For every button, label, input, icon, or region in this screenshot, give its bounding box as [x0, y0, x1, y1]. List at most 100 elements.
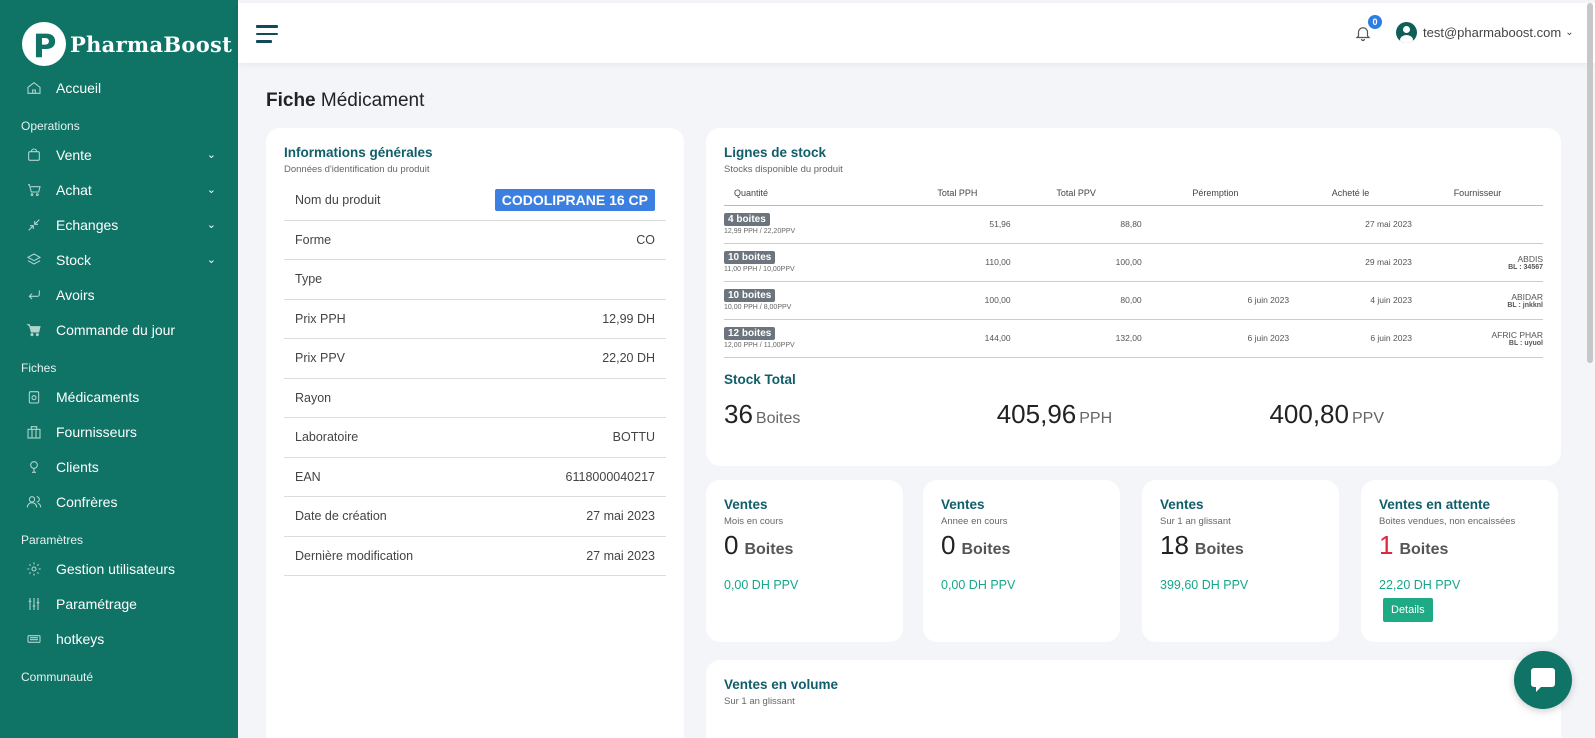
sidebar-item-accueil[interactable]: Accueil [0, 70, 238, 105]
exchange-icon [25, 216, 43, 234]
unit-label: PPV [1351, 409, 1384, 427]
notification-count-badge: 0 [1368, 15, 1382, 29]
nav-section-title: Paramètres [21, 533, 84, 547]
nav-section-title: Fiches [21, 361, 57, 375]
info-value: 12,99 DH [602, 311, 655, 326]
card-subtitle: Données d'identification du produit [284, 164, 430, 175]
sales-ppv: 399,60 DH PPV [1160, 578, 1249, 592]
column-header[interactable]: Total PPH [904, 181, 1011, 206]
info-label: Prix PPH [295, 311, 346, 326]
total-pph-cell: 110,00 [904, 243, 1011, 282]
column-header[interactable]: Acheté le [1289, 181, 1412, 206]
info-row: Prix PPV 22,20 DH [284, 339, 666, 379]
table-row[interactable]: 12 boites 12,00 PPH / 11,00PPV 144,00 132,0… [724, 319, 1543, 358]
sidebar-item-confr-res[interactable]: Confrères [0, 484, 238, 519]
quantity-badge: 12 boites [724, 327, 776, 340]
medicine-icon [25, 388, 43, 406]
info-value: 6118000040217 [565, 469, 655, 484]
card-title: Ventes [724, 497, 768, 512]
sales-ppv: 0,00 DH PPV [941, 578, 1016, 592]
topbar: 0 test@pharmaboost.com ⌄ [238, 3, 1595, 63]
table-row[interactable]: 10 boites 11,00 PPH / 10,00PPV 110,00 100,0… [724, 243, 1543, 282]
cart-solid-icon [25, 321, 43, 339]
card-title: Ventes [941, 497, 985, 512]
column-header[interactable]: Péremption [1141, 181, 1290, 206]
info-label: EAN [295, 469, 321, 484]
page-title: Fiche Médicament [266, 90, 425, 111]
purchase-date-cell: 27 mai 2023 [1289, 205, 1412, 244]
sales-count: 0 Boites [941, 530, 1011, 560]
expiry-cell: 6 juin 2023 [1141, 319, 1290, 358]
sidebar-item-vente[interactable]: Vente ⌄ [0, 137, 238, 172]
sidebar-item-m-dicaments[interactable]: Médicaments [0, 379, 238, 414]
sidebar-item-label: Fournisseurs [56, 423, 137, 440]
chevron-down-icon: ⌄ [206, 184, 216, 196]
bag-icon [25, 146, 43, 164]
info-value: 22,20 DH [602, 351, 655, 366]
user-icon [25, 458, 43, 476]
info-label: Rayon [295, 390, 332, 405]
unit-prices: 11,00 PPH / 10,00PPV [724, 266, 795, 273]
sidebar-item-clients[interactable]: Clients [0, 449, 238, 484]
sidebar-item-echanges[interactable]: Echanges ⌄ [0, 207, 238, 242]
info-row: Nom du produit CODOLIPRANE 16 CP [284, 181, 666, 221]
column-header[interactable]: Total PPV [1010, 181, 1142, 206]
card-subtitle: Stocks disponible du produit [724, 164, 843, 175]
sidebar-item-achat[interactable]: Achat ⌄ [0, 172, 238, 207]
user-menu[interactable]: test@pharmaboost.com ⌄ [1396, 22, 1574, 43]
sidebar-item-avoirs[interactable]: Avoirs [0, 277, 238, 312]
card-subtitle: Sur 1 an glissant [1160, 516, 1231, 527]
cart-icon [25, 181, 43, 199]
info-label: Forme [295, 232, 332, 247]
sidebar-item-hotkeys[interactable]: hotkeys [0, 621, 238, 656]
stock-total-title: Stock Total [724, 371, 796, 387]
stock-lines-card: Lignes de stock Stocks disponible du pro… [706, 128, 1561, 466]
chevron-down-icon: ⌄ [1565, 27, 1574, 38]
info-row: Dernière modification 27 mai 2023 [284, 537, 666, 576]
gear-icon [25, 560, 43, 578]
info-row: EAN 6118000040217 [284, 458, 666, 497]
sales-card: Ventes en attente Boites vendues, non enc… [1361, 480, 1558, 642]
sidebar-item-fournisseurs[interactable]: Fournisseurs [0, 414, 238, 449]
users-icon [25, 493, 43, 511]
sidebar-item-param-trage[interactable]: Paramétrage [0, 586, 238, 621]
column-header[interactable]: Quantité [724, 181, 905, 206]
stock-total-value: 405,96 PPH [996, 398, 1113, 429]
sidebar-item-commande-du-jour[interactable]: Commande du jour [0, 312, 238, 347]
chat-icon[interactable] [1514, 651, 1572, 709]
info-value: CO [636, 232, 655, 247]
unit-label: Boites [961, 541, 1011, 558]
page-scrollbar[interactable] [1587, 3, 1593, 363]
expiry-cell [1141, 243, 1290, 282]
sidebar-item-label: Confrères [56, 493, 118, 510]
sidebar-item-label: Stock [56, 251, 92, 268]
info-label: Type [295, 272, 323, 287]
stock-table: Quantité Total PPH Total PPV Péremption Ache… [724, 181, 1543, 358]
unit-prices: 12,00 PPH / 11,00PPV [724, 342, 795, 349]
delivery-note: BL : 34567 [1508, 263, 1543, 271]
details-button[interactable]: Details [1383, 598, 1433, 622]
supplier-name: ABDIS [1517, 253, 1543, 264]
table-row[interactable]: 10 boites 10,00 PPH / 8,00PPV 100,00 80,00 6… [724, 281, 1543, 320]
quantity-badge: 4 boites [724, 213, 770, 226]
column-header[interactable]: Fournisseur [1411, 181, 1543, 206]
table-row[interactable]: 4 boites 12,99 PPH / 22,20PPV 51,96 88,80 27… [724, 205, 1543, 244]
unit-label: Boites [755, 409, 801, 427]
sidebar-nav: Accueil Operations Vente ⌄ Achat ⌄ Echanges ⌄ St… [0, 70, 238, 688]
info-label: Laboratoire [295, 430, 359, 445]
nav-section-title: Communauté [21, 670, 94, 684]
sidebar-item-label: Clients [56, 458, 99, 475]
sidebar-item-stock[interactable]: Stock ⌄ [0, 242, 238, 277]
keyboard-icon [25, 630, 43, 648]
sidebar-item-gestion-utilisateurs[interactable]: Gestion utilisateurs [0, 551, 238, 586]
total-ppv-cell: 100,00 [1010, 243, 1142, 282]
brand-logo[interactable]: P PharmaBoost [0, 0, 238, 70]
chevron-down-icon: ⌄ [206, 254, 216, 266]
info-row: Prix PPH 12,99 DH [284, 300, 666, 339]
nav-section-title: Operations [21, 119, 80, 133]
logo-icon: P [22, 22, 66, 66]
info-value: 27 mai 2023 [586, 548, 655, 563]
sales-count: 18 Boites [1160, 530, 1244, 560]
total-ppv-cell: 132,00 [1010, 319, 1142, 358]
menu-toggle-icon[interactable] [256, 25, 278, 43]
